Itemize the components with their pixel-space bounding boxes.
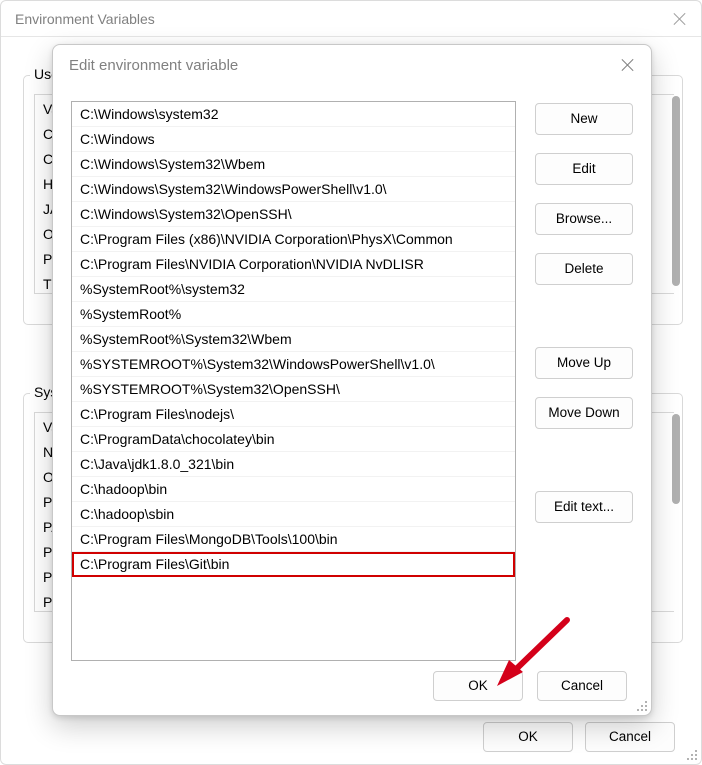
new-button[interactable]: New: [535, 103, 633, 135]
path-entry[interactable]: C:\ProgramData\chocolatey\bin: [72, 427, 515, 452]
path-entry[interactable]: %SYSTEMROOT%\System32\WindowsPowerShell\…: [72, 352, 515, 377]
scrollbar[interactable]: [671, 413, 681, 611]
path-entry[interactable]: %SystemRoot%\system32: [72, 277, 515, 302]
env-vars-titlebar: Environment Variables: [1, 1, 701, 37]
path-entry[interactable]: C:\Windows: [72, 127, 515, 152]
path-entry[interactable]: C:\Program Files\nodejs\: [72, 402, 515, 427]
move-down-button[interactable]: Move Down: [535, 397, 633, 429]
path-entry[interactable]: C:\hadoop\bin: [72, 477, 515, 502]
path-entry[interactable]: C:\Windows\System32\OpenSSH\: [72, 202, 515, 227]
child-ok-button[interactable]: OK: [433, 671, 523, 701]
side-button-column: New Edit Browse... Delete Move Up Move D…: [535, 101, 635, 523]
edit-env-var-titlebar: Edit environment variable: [53, 45, 651, 85]
path-entry[interactable]: C:\Program Files\NVIDIA Corporation\NVID…: [72, 252, 515, 277]
path-entry[interactable]: C:\Program Files\Git\bin: [72, 552, 515, 577]
edit-env-var-dialog: Edit environment variable C:\Windows\sys…: [52, 44, 652, 716]
close-icon[interactable]: [621, 58, 635, 72]
path-entry[interactable]: %SYSTEMROOT%\System32\OpenSSH\: [72, 377, 515, 402]
scrollbar[interactable]: [671, 95, 681, 293]
close-icon[interactable]: [673, 12, 687, 26]
env-vars-footer: OK Cancel: [1, 722, 701, 752]
path-entry[interactable]: C:\Windows\System32\WindowsPowerShell\v1…: [72, 177, 515, 202]
move-up-button[interactable]: Move Up: [535, 347, 633, 379]
resize-grip-icon[interactable]: [634, 698, 648, 712]
edit-text-button[interactable]: Edit text...: [535, 491, 633, 523]
scrollbar-thumb[interactable]: [672, 414, 680, 504]
child-cancel-button[interactable]: Cancel: [537, 671, 627, 701]
path-entry[interactable]: C:\Java\jdk1.8.0_321\bin: [72, 452, 515, 477]
edit-env-var-title: Edit environment variable: [69, 57, 621, 74]
resize-grip-icon[interactable]: [684, 747, 698, 761]
path-listbox[interactable]: C:\Windows\system32C:\WindowsC:\Windows\…: [71, 101, 516, 661]
env-vars-title: Environment Variables: [15, 11, 673, 27]
scrollbar-thumb[interactable]: [672, 96, 680, 286]
parent-cancel-button[interactable]: Cancel: [585, 722, 675, 752]
path-entry[interactable]: %SystemRoot%\System32\Wbem: [72, 327, 515, 352]
path-entry[interactable]: C:\Windows\system32: [72, 102, 515, 127]
edit-env-var-footer: OK Cancel: [53, 671, 651, 701]
path-entry[interactable]: C:\Program Files (x86)\NVIDIA Corporatio…: [72, 227, 515, 252]
edit-button[interactable]: Edit: [535, 153, 633, 185]
browse-button[interactable]: Browse...: [535, 203, 633, 235]
path-entry[interactable]: C:\Windows\System32\Wbem: [72, 152, 515, 177]
parent-ok-button[interactable]: OK: [483, 722, 573, 752]
path-entry[interactable]: %SystemRoot%: [72, 302, 515, 327]
delete-button[interactable]: Delete: [535, 253, 633, 285]
path-entry[interactable]: C:\hadoop\sbin: [72, 502, 515, 527]
edit-env-var-body: C:\Windows\system32C:\WindowsC:\Windows\…: [71, 101, 635, 661]
path-entry[interactable]: C:\Program Files\MongoDB\Tools\100\bin: [72, 527, 515, 552]
